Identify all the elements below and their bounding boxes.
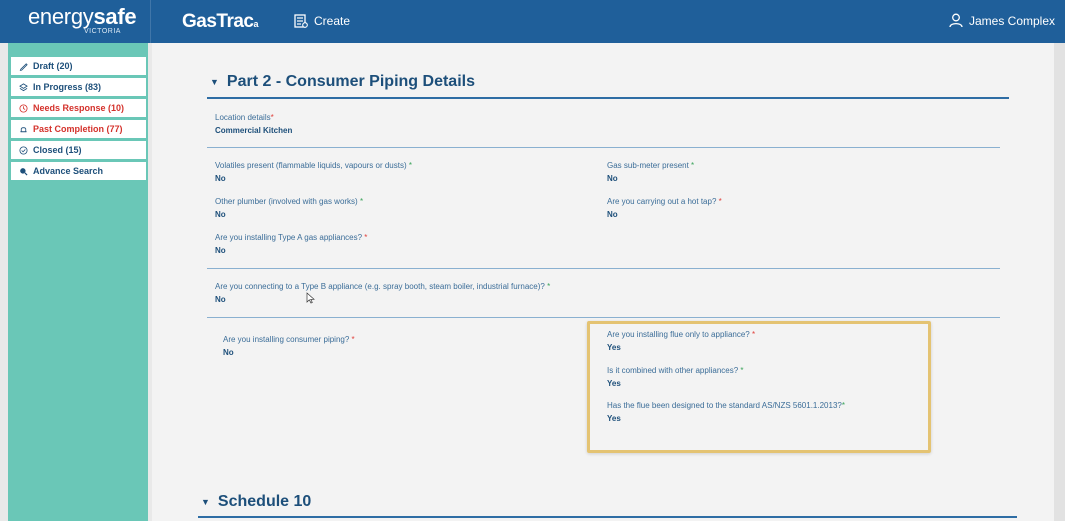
- type-b-field: Are you connecting to a Type B appliance…: [215, 282, 550, 304]
- brand-part1: energy: [28, 4, 94, 29]
- field-label: Are you carrying out a hot tap?: [607, 197, 717, 206]
- field-label: Are you installing consumer piping?: [223, 335, 350, 344]
- clock-icon: [19, 103, 28, 113]
- hot-tap-field: Are you carrying out a hot tap? * No: [607, 197, 722, 219]
- gastrac-logo[interactable]: GasTraca: [182, 11, 258, 33]
- combined-appliances-field: Is it combined with other appliances? * …: [607, 366, 744, 388]
- row-divider: [207, 317, 1000, 318]
- row-divider: [207, 147, 1000, 148]
- required-mark: *: [351, 335, 355, 344]
- required-mark: *: [841, 401, 845, 410]
- sidebar-item-needs-response[interactable]: Needs Response (10): [11, 99, 146, 117]
- other-plumber-field: Other plumber (involved with gas works) …: [215, 197, 363, 219]
- field-value: No: [607, 210, 618, 219]
- user-icon: [949, 13, 963, 28]
- user-menu[interactable]: James Complex: [949, 13, 1055, 28]
- field-value: Yes: [607, 379, 621, 388]
- sidebar-item-advance-search[interactable]: Advance Search: [11, 162, 146, 180]
- required-mark: *: [740, 366, 744, 375]
- part2-divider: [207, 97, 1009, 99]
- sidebar-item-draft[interactable]: Draft (20): [11, 57, 146, 75]
- field-value: No: [215, 210, 226, 219]
- required-mark: *: [359, 197, 364, 206]
- type-a-field: Are you installing Type A gas appliances…: [215, 233, 367, 255]
- brand-sub: VICTORIA: [84, 28, 121, 35]
- field-label: Other plumber (involved with gas works): [215, 197, 358, 206]
- sidebar-item-label: Needs Response (10): [33, 103, 125, 113]
- required-mark: *: [691, 161, 695, 170]
- required-mark: *: [547, 282, 551, 291]
- flue-only-field: Are you installing flue only to applianc…: [607, 330, 755, 352]
- gas-submeter-field: Gas sub-meter present * No: [607, 161, 694, 183]
- part2-title: Part 2 - Consumer Piping Details: [226, 73, 475, 90]
- field-label: Are you connecting to a Type B appliance…: [215, 282, 545, 291]
- sidebar-item-label: Closed (15): [33, 145, 82, 155]
- header-divider: [150, 0, 151, 43]
- volatiles-field: Volatiles present (flammable liquids, va…: [215, 161, 412, 183]
- required-mark: *: [270, 113, 274, 122]
- field-label: Location details: [215, 113, 271, 122]
- field-label: Gas sub-meter present: [607, 161, 689, 170]
- sidebar-item-label: Past Completion (77): [33, 124, 123, 134]
- schedule10-title: Schedule 10: [217, 493, 312, 510]
- required-mark: *: [752, 330, 756, 339]
- field-value: Commercial Kitchen: [215, 126, 293, 135]
- energysafe-logo[interactable]: energysafe VICTORIA: [28, 4, 137, 36]
- top-bar: energysafe VICTORIA GasTraca Create Jame…: [0, 0, 1065, 43]
- field-label: Are you installing flue only to applianc…: [607, 330, 750, 339]
- required-mark: *: [718, 197, 722, 206]
- field-label: Has the flue been designed to the standa…: [607, 401, 842, 410]
- user-name: James Complex: [968, 13, 1055, 28]
- consumer-piping-field: Are you installing consumer piping? * No: [223, 335, 355, 357]
- layers-icon: [19, 82, 28, 91]
- field-value: Yes: [607, 414, 621, 423]
- app-name: GasTrac: [182, 11, 254, 32]
- sidebar-item-label: In Progress (83): [33, 82, 102, 92]
- app-mark: a: [253, 19, 259, 29]
- sidebar-item-closed[interactable]: Closed (15): [11, 141, 146, 159]
- right-scroll-area: [1054, 43, 1065, 521]
- sidebar-item-in-progress[interactable]: In Progress (83): [11, 78, 146, 96]
- location-details-field: Location details* Commercial Kitchen: [215, 113, 292, 135]
- sidebar-item-label: Advance Search: [33, 166, 104, 176]
- field-label: Is it combined with other appliances?: [607, 366, 739, 375]
- search-icon: [20, 167, 28, 176]
- row-divider: [207, 268, 1000, 269]
- field-value: No: [215, 295, 226, 304]
- brand-part2: safe: [93, 4, 137, 29]
- field-label: Volatiles present (flammable liquids, va…: [215, 161, 407, 170]
- pencil-icon: [19, 62, 28, 71]
- schedule10-section-header[interactable]: ▼ Schedule 10: [201, 493, 311, 511]
- bell-icon: [20, 126, 27, 132]
- field-value: No: [607, 174, 618, 183]
- collapse-caret-icon: ▼: [210, 77, 219, 87]
- field-label: Are you installing Type A gas appliances…: [215, 233, 363, 242]
- part2-section-header[interactable]: ▼ Part 2 - Consumer Piping Details: [210, 73, 475, 91]
- required-mark: *: [364, 233, 368, 242]
- mouse-cursor-icon: [306, 292, 315, 304]
- flue-standard-field: Has the flue been designed to the standa…: [607, 401, 845, 423]
- create-label: Create: [314, 14, 351, 28]
- sidebar-item-label: Draft (20): [33, 61, 73, 71]
- field-value: No: [215, 174, 226, 183]
- sidebar: Draft (20) In Progress (83) Needs Respon…: [8, 43, 148, 521]
- check-circle-icon: [19, 145, 28, 155]
- schedule10-divider: [198, 516, 1017, 518]
- field-value: No: [215, 246, 226, 255]
- sidebar-item-past-completion[interactable]: Past Completion (77): [11, 120, 146, 138]
- create-button[interactable]: Create: [294, 14, 350, 28]
- field-value: No: [223, 348, 234, 357]
- field-value: Yes: [607, 343, 621, 352]
- required-mark: *: [408, 161, 413, 170]
- form-icon: [294, 14, 308, 28]
- collapse-caret-icon: ▼: [201, 497, 210, 507]
